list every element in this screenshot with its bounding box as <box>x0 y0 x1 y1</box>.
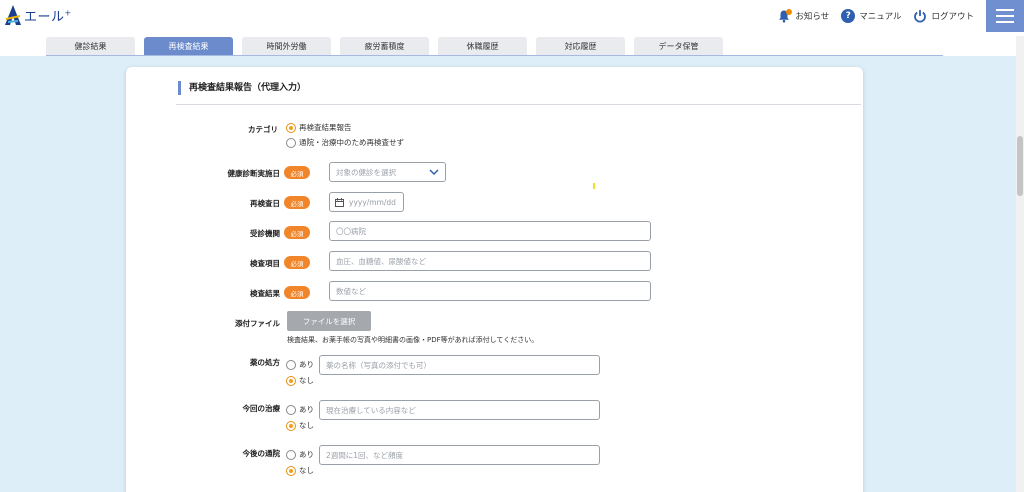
cursor-mark <box>593 183 595 189</box>
test-items-input[interactable] <box>329 251 651 271</box>
scrollbar-thumb[interactable] <box>1017 136 1023 196</box>
category-option-label: 再検査結果報告 <box>299 123 352 132</box>
required-badge: 必須 <box>284 166 310 179</box>
notice-label: お知らせ <box>795 12 830 22</box>
logo-mark-icon <box>5 5 21 25</box>
power-icon <box>914 10 927 23</box>
yes-label: あり <box>299 450 314 459</box>
logout-label: ログアウト <box>931 12 974 22</box>
checkup-select[interactable]: 対象の健診を選択 <box>329 162 446 182</box>
test-items-label: 検査項目 <box>250 259 280 268</box>
top-bar: エール+ お知らせ ? マニュアル ログアウト <box>0 0 1024 36</box>
required-badge: 必須 <box>284 286 310 299</box>
tab-recheck-results[interactable]: 再検査結果 <box>144 37 233 55</box>
menu-icon-bar <box>996 9 1014 11</box>
form-card: 再検査結果報告（代理入力） カテゴリ 再検査結果報告 通院・治療中のため再検査せ… <box>126 67 863 492</box>
hamburger-menu-button[interactable] <box>986 0 1024 32</box>
test-result-input[interactable] <box>329 281 651 301</box>
recheck-date-label: 再検査日 <box>250 199 280 208</box>
checkup-select-placeholder: 対象の健診を選択 <box>336 167 396 177</box>
scrollbar[interactable] <box>1016 36 1024 492</box>
help-icon: ? <box>841 9 856 23</box>
recheck-date-input[interactable]: yyyy/mm/dd <box>329 192 404 212</box>
visits-input[interactable] <box>319 445 600 465</box>
required-badge: 必須 <box>284 196 310 209</box>
required-badge: 必須 <box>284 226 310 239</box>
manual-button[interactable]: ? マニュアル <box>841 9 901 23</box>
no-label: なし <box>299 376 314 385</box>
main-tabs: 健診結果 再検査結果 時間外労働 疲労蓄積度 休職履歴 対応履歴 データ保管 <box>46 37 723 55</box>
prescription-label: 薬の処方 <box>250 358 280 367</box>
tab-response-history[interactable]: 対応履歴 <box>536 37 625 55</box>
choose-file-button[interactable]: ファイルを選択 <box>287 311 371 331</box>
radio-unselected[interactable] <box>286 449 296 460</box>
page-title: 再検査結果報告（代理入力） <box>178 81 306 95</box>
required-badge: 必須 <box>284 256 310 269</box>
treatment-label: 今回の治療 <box>242 404 281 413</box>
radio-unselected[interactable] <box>286 137 296 148</box>
future-visits-label: 今後の通院 <box>242 449 281 458</box>
menu-icon-bar <box>996 15 1014 17</box>
logo-text: エール+ <box>24 8 72 25</box>
yes-label: あり <box>299 360 314 369</box>
notice-button[interactable]: お知らせ <box>777 9 829 23</box>
tab-underline <box>46 55 943 56</box>
checkup-date-label: 健康診断実施日 <box>227 169 281 178</box>
treatment-yes-option[interactable]: あり <box>286 404 314 415</box>
logout-button[interactable]: ログアウト <box>913 9 974 23</box>
prescription-no-option[interactable]: なし <box>286 375 314 386</box>
header-actions: お知らせ ? マニュアル ログアウト <box>777 9 974 23</box>
radio-selected[interactable] <box>286 420 296 431</box>
no-label: なし <box>299 466 314 475</box>
tab-checkup-results[interactable]: 健診結果 <box>46 37 135 55</box>
date-placeholder: yyyy/mm/dd <box>349 197 396 207</box>
treatment-no-option[interactable]: なし <box>286 420 314 431</box>
visits-no-option[interactable]: なし <box>286 465 314 476</box>
tab-overtime[interactable]: 時間外労働 <box>242 37 331 55</box>
attachment-note: 検査結果、お薬手帳の写真や明細書の画像・PDF等があれば添付してください。 <box>287 336 539 344</box>
prescription-input[interactable] <box>319 355 600 375</box>
menu-icon-bar <box>996 21 1014 23</box>
visits-yes-option[interactable]: あり <box>286 449 314 460</box>
title-divider <box>176 104 861 105</box>
treatment-input[interactable] <box>319 400 600 420</box>
tab-leave-history[interactable]: 休職履歴 <box>438 37 527 55</box>
prescription-yes-option[interactable]: あり <box>286 359 314 370</box>
radio-selected[interactable] <box>286 122 296 133</box>
radio-selected[interactable] <box>286 465 296 476</box>
category-option-under-treatment[interactable]: 通院・治療中のため再検査せず <box>286 137 404 148</box>
clinic-label: 受診機関 <box>250 229 280 238</box>
radio-selected[interactable] <box>286 375 296 386</box>
attachment-label: 添付ファイル <box>235 319 280 328</box>
test-result-label: 検査結果 <box>250 289 280 298</box>
category-option-label: 通院・治療中のため再検査せず <box>299 138 404 147</box>
tab-fatigue[interactable]: 疲労蓄積度 <box>340 37 429 55</box>
tab-data-storage[interactable]: データ保管 <box>634 37 723 55</box>
calendar-icon <box>335 197 344 207</box>
category-option-recheck[interactable]: 再検査結果報告 <box>286 122 352 133</box>
bell-icon <box>777 9 793 23</box>
yes-label: あり <box>299 405 314 414</box>
chevron-down-icon <box>429 169 439 176</box>
manual-label: マニュアル <box>859 12 902 22</box>
no-label: なし <box>299 421 314 430</box>
category-label: カテゴリ <box>248 125 278 134</box>
radio-unselected[interactable] <box>286 404 296 415</box>
clinic-input[interactable] <box>329 221 651 241</box>
radio-unselected[interactable] <box>286 359 296 370</box>
logo[interactable]: エール+ <box>4 4 72 26</box>
